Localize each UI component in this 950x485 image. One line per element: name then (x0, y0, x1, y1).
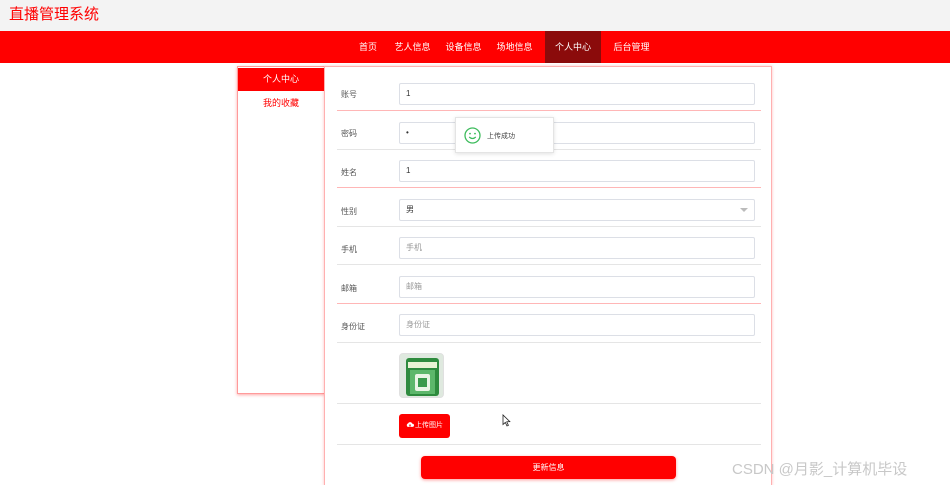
upload-image-label: 上传图片 (415, 422, 443, 429)
gender-select-value: 男 (406, 205, 414, 214)
nav-item-venues[interactable]: 场地信息 (491, 31, 538, 63)
divider (337, 303, 761, 304)
divider (337, 342, 761, 343)
sidebar-item-favorites[interactable]: 我的收藏 (238, 92, 324, 115)
sidebar-item-profile[interactable]: 个人中心 (238, 68, 324, 91)
id-card-label: 身份证 (341, 322, 365, 331)
divider (337, 264, 761, 265)
nav-item-devices[interactable]: 设备信息 (440, 31, 487, 63)
divider (337, 444, 761, 445)
nav-item-admin[interactable]: 后台管理 (607, 31, 656, 63)
phone-label: 手机 (341, 245, 357, 254)
password-input[interactable]: • (399, 122, 755, 144)
chevron-down-icon (740, 208, 748, 212)
email-label: 邮箱 (341, 284, 357, 293)
account-input[interactable]: 1 (399, 83, 755, 105)
divider (337, 226, 761, 227)
name-input[interactable]: 1 (399, 160, 755, 182)
password-label: 密码 (341, 129, 357, 138)
site-title: 直播管理系统 (9, 6, 100, 23)
email-input[interactable]: 邮箱 (399, 276, 755, 298)
account-label: 账号 (341, 90, 357, 99)
sidebar: 个人中心 我的收藏 (237, 66, 325, 394)
nav-item-home[interactable]: 首页 (352, 31, 384, 63)
update-info-button[interactable]: 更新信息 (421, 456, 676, 479)
phone-input[interactable]: 手机 (399, 237, 755, 259)
divider (337, 403, 761, 404)
top-header: 直播管理系统 (0, 0, 950, 31)
cloud-upload-icon (406, 422, 414, 427)
gender-select[interactable]: 男 (399, 199, 755, 221)
toast-message: 上传成功 (487, 133, 515, 140)
nav-item-profile[interactable]: 个人中心 (545, 31, 601, 63)
avatar-preview-image[interactable] (399, 353, 444, 398)
name-label: 姓名 (341, 168, 357, 177)
gender-label: 性别 (341, 207, 357, 216)
id-card-input[interactable]: 身份证 (399, 314, 755, 336)
upload-image-button[interactable]: 上传图片 (399, 414, 450, 438)
smile-icon (464, 127, 481, 144)
main-navbar: 首页 艺人信息 设备信息 场地信息 个人中心 后台管理 (0, 31, 950, 63)
success-toast: 上传成功 (455, 117, 554, 153)
csdn-watermark: CSDN @月影_计算机毕设 (732, 461, 908, 478)
mouse-cursor-icon (502, 414, 511, 427)
divider (337, 187, 761, 188)
nav-item-artists[interactable]: 艺人信息 (389, 31, 436, 63)
avatar-image (400, 354, 443, 397)
divider (337, 110, 761, 111)
